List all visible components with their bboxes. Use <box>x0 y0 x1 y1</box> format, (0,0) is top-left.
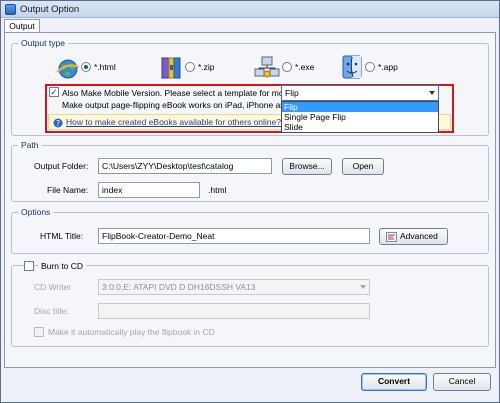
disc-title-label: Disc title: <box>34 306 69 316</box>
mac-finder-app-icon <box>342 55 362 79</box>
output-type-group: Output type *.html *.zip *.exe *.app ✓ A… <box>11 38 489 136</box>
radio-html[interactable] <box>81 62 91 72</box>
settings-icon <box>386 232 397 242</box>
template-dropdown-list: Flip Single Page Flip Slide <box>281 101 439 133</box>
title-bar: Output Option <box>1 1 499 18</box>
path-group: Path Output Folder: C:\Users\ZYY\Desktop… <box>11 140 489 202</box>
burn-cd-checkbox[interactable] <box>24 261 34 271</box>
cd-writer-label: CD Writer <box>34 282 72 292</box>
radio-app-label: *.app <box>378 62 398 72</box>
radio-exe[interactable] <box>282 62 292 72</box>
autoplay-checkbox[interactable] <box>34 327 44 337</box>
mobile-version-label: Also Make Mobile Version. Please select … <box>62 88 300 98</box>
mobile-version-checkbox[interactable]: ✓ <box>49 87 59 97</box>
options-label: Options <box>18 207 54 217</box>
output-folder-input[interactable]: C:\Users\ZYY\Desktop\test\catalog <box>98 158 272 174</box>
convert-button[interactable]: Convert <box>361 373 427 391</box>
advanced-button[interactable]: Advanced <box>379 228 448 245</box>
zip-archive-icon <box>161 57 181 79</box>
browse-button[interactable]: Browse... <box>282 158 332 175</box>
radio-zip[interactable] <box>185 62 195 72</box>
html-title-input[interactable]: FlipBook-Creator-Demo_Neat <box>98 228 370 244</box>
radio-zip-label: *.zip <box>198 62 215 72</box>
disc-title-input[interactable] <box>98 303 370 319</box>
output-option-window: Output Option Output Output type *.html <box>0 0 500 403</box>
template-selected-value: Flip <box>285 88 299 98</box>
radio-exe-label: *.exe <box>295 62 315 72</box>
options-group: Options HTML Title: FlipBook-Creator-Dem… <box>11 207 489 254</box>
network-exe-icon <box>254 56 280 78</box>
advanced-label: Advanced <box>400 231 438 241</box>
mobile-hint-text: Make output page-flipping eBook works on… <box>62 100 282 110</box>
radio-html-label: *.html <box>94 62 116 72</box>
open-button[interactable]: Open <box>342 158 384 175</box>
path-label: Path <box>18 140 42 150</box>
output-folder-label: Output Folder: <box>34 161 89 171</box>
template-option-slide[interactable]: Slide <box>282 122 438 132</box>
cancel-button[interactable]: Cancel <box>433 373 491 391</box>
chevron-down-icon <box>429 91 435 95</box>
file-name-input[interactable]: index <box>98 182 200 198</box>
window-title: Output Option <box>20 4 80 15</box>
html-title-label: HTML Title: <box>40 231 84 241</box>
cd-writer-select[interactable]: 3:0:0,E: ATAPI DVD D DH16DSSH VA13 <box>98 279 370 295</box>
output-type-label: Output type <box>18 38 68 48</box>
help-link[interactable]: How to make created eBooks available for… <box>66 117 281 127</box>
burn-cd-group: Burn to CD CD Writer 3:0:0,E: ATAPI DVD … <box>11 261 489 347</box>
burn-cd-label: Burn to CD <box>38 261 87 271</box>
tab-output[interactable]: Output <box>4 19 40 33</box>
chevron-down-icon <box>360 285 366 289</box>
autoplay-label: Make it automatically play the flipbook … <box>48 327 215 337</box>
file-name-label: File Name: <box>47 185 89 195</box>
app-icon <box>5 4 16 15</box>
file-extension-label: .html <box>208 185 227 195</box>
template-option-single-page-flip[interactable]: Single Page Flip <box>282 112 438 122</box>
cd-writer-value: 3:0:0,E: ATAPI DVD D DH16DSSH VA13 <box>102 282 256 292</box>
template-option-flip[interactable]: Flip <box>282 102 438 112</box>
output-panel: Output type *.html *.zip *.exe *.app ✓ A… <box>4 32 496 368</box>
globe-html-icon <box>56 59 80 79</box>
template-select[interactable]: Flip <box>281 85 439 101</box>
help-icon: ? <box>53 118 63 128</box>
svg-text:?: ? <box>56 119 60 128</box>
radio-app[interactable] <box>365 62 375 72</box>
